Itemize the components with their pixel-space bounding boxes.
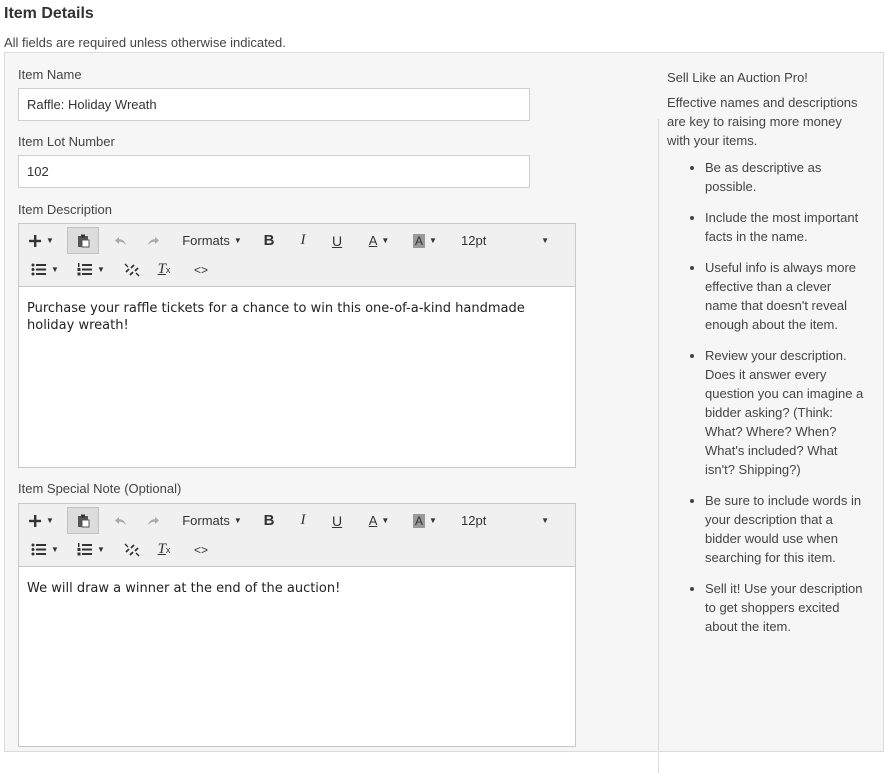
- special-note-editor: ▼ Formats ▼ B I U A ▼ A ▼ 12pt ▼ ▼ ▼ T x…: [18, 503, 576, 747]
- undo-icon[interactable]: [107, 507, 135, 534]
- tips-intro: Effective names and descriptions are key…: [667, 95, 858, 148]
- text-color-button[interactable]: A ▼: [359, 507, 399, 534]
- font-size-value: 12pt: [461, 233, 487, 248]
- tips-title: Sell Like an Auction Pro!: [667, 70, 808, 85]
- numbered-list-icon[interactable]: ▼: [73, 256, 109, 283]
- redo-icon[interactable]: [139, 507, 167, 534]
- unlink-icon[interactable]: [119, 536, 145, 563]
- bg-color-icon: A: [413, 233, 426, 248]
- editor-toolbar: ▼ Formats ▼ B I U A ▼ A ▼ 12pt ▼ ▼ ▼ T x…: [19, 224, 575, 287]
- special-note-editor-content[interactable]: We will draw a winner at the end of the …: [19, 567, 575, 610]
- text-color-button[interactable]: A ▼: [359, 227, 399, 254]
- description-editor-content[interactable]: Purchase your raffle tickets for a chanc…: [19, 287, 575, 347]
- bg-color-button[interactable]: A ▼: [405, 507, 445, 534]
- tip-item: Review your description. Does it answer …: [705, 346, 867, 479]
- formats-dropdown[interactable]: Formats ▼: [179, 227, 245, 254]
- bg-color-icon: A: [413, 513, 426, 528]
- lot-number-label: Item Lot Number: [18, 134, 115, 149]
- bold-button[interactable]: B: [257, 507, 281, 534]
- insert-plus-icon[interactable]: ▼: [25, 507, 57, 534]
- unlink-icon[interactable]: [119, 256, 145, 283]
- text-color-icon: A: [368, 233, 378, 248]
- tip-item: Sell it! Use your description to get sho…: [705, 579, 867, 636]
- italic-button[interactable]: I: [291, 507, 315, 534]
- tips-list: Be as descriptive as possible. Include t…: [667, 158, 867, 636]
- bullet-list-icon[interactable]: ▼: [27, 256, 63, 283]
- description-label: Item Description: [18, 202, 112, 217]
- clear-formatting-icon[interactable]: Tx: [151, 256, 177, 283]
- lot-number-input[interactable]: [18, 155, 530, 188]
- bg-color-button[interactable]: A ▼: [405, 227, 445, 254]
- underline-button[interactable]: U: [325, 227, 349, 254]
- formats-label: Formats: [182, 233, 230, 248]
- item-name-input[interactable]: [18, 88, 530, 121]
- bold-button[interactable]: B: [257, 227, 281, 254]
- paste-icon[interactable]: [67, 507, 99, 534]
- numbered-list-icon[interactable]: ▼: [73, 536, 109, 563]
- text-color-icon: A: [368, 513, 378, 528]
- paste-icon[interactable]: [67, 227, 99, 254]
- bullet-list-icon[interactable]: ▼: [27, 536, 63, 563]
- source-code-button[interactable]: <>: [187, 256, 215, 283]
- tip-item: Useful info is always more effective tha…: [705, 258, 867, 334]
- special-note-label: Item Special Note (Optional): [18, 481, 182, 496]
- required-note: All fields are required unless otherwise…: [4, 35, 286, 50]
- tips-sidebar: Sell Like an Auction Pro! Effective name…: [667, 68, 867, 648]
- font-size-dropdown[interactable]: 12pt ▼: [455, 227, 555, 254]
- tip-item: Include the most important facts in the …: [705, 208, 867, 246]
- tip-item: Be as descriptive as possible.: [705, 158, 867, 196]
- clear-formatting-icon[interactable]: Tx: [151, 536, 177, 563]
- undo-icon[interactable]: [107, 227, 135, 254]
- editor-toolbar: ▼ Formats ▼ B I U A ▼ A ▼ 12pt ▼ ▼ ▼ T x…: [19, 504, 575, 567]
- font-size-value: 12pt: [461, 513, 487, 528]
- formats-label: Formats: [182, 513, 230, 528]
- description-editor: ▼ Formats ▼ B I U A ▼ A ▼ 12pt ▼ ▼ ▼ T x…: [18, 223, 576, 468]
- item-name-label: Item Name: [18, 67, 82, 82]
- font-size-dropdown[interactable]: 12pt ▼: [455, 507, 555, 534]
- sidebar-divider: [658, 119, 659, 773]
- tip-item: Be sure to include words in your descrip…: [705, 491, 867, 567]
- formats-dropdown[interactable]: Formats ▼: [179, 507, 245, 534]
- source-code-button[interactable]: <>: [187, 536, 215, 563]
- page-title: Item Details: [4, 5, 94, 22]
- underline-button[interactable]: U: [325, 507, 349, 534]
- insert-plus-icon[interactable]: ▼: [25, 227, 57, 254]
- italic-button[interactable]: I: [291, 227, 315, 254]
- redo-icon[interactable]: [139, 227, 167, 254]
